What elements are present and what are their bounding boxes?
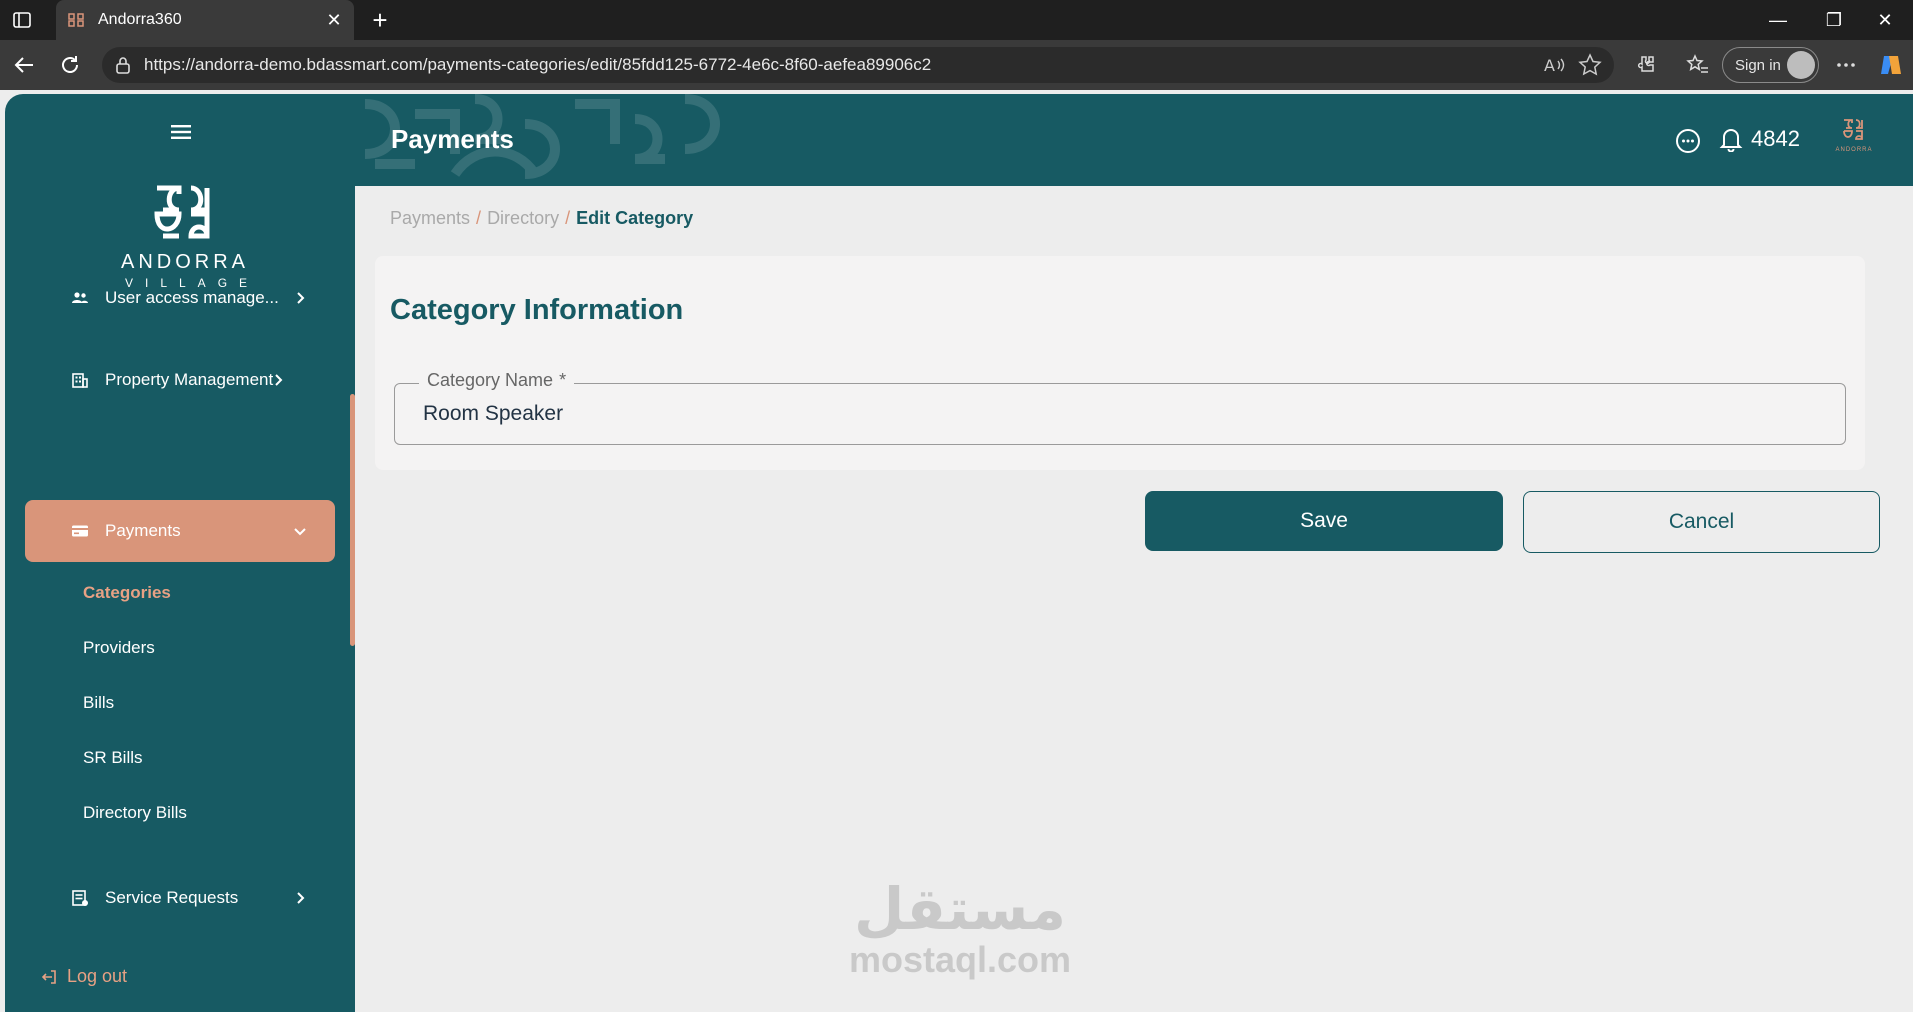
copilot-button[interactable] [1875,49,1907,81]
browser-tabstrip: Andorra360 ✕ + — ❐ ✕ [0,0,1913,40]
users-icon [72,292,88,303]
sidebar-subitem-providers[interactable]: Providers [83,638,155,658]
category-name-field[interactable]: Category Name * Room Speaker [394,370,1846,445]
lock-icon[interactable] [114,56,132,74]
field-label-text: Category Name [427,370,554,390]
sidebar-item-label: Property Management [105,370,274,389]
sidebar-item-service-requests[interactable]: Service Requests [25,867,335,929]
sidebar-subitem-sr-bills[interactable]: SR Bills [83,748,143,768]
andorra-monogram-icon [154,185,210,239]
sidebar-item-label: User access manage... [105,288,279,307]
page-title: Payments [391,124,514,154]
sidebar-subitem-directory-bills[interactable]: Directory Bills [83,803,187,823]
extensions-button[interactable] [1630,49,1662,81]
chevron-right-icon [275,374,283,386]
category-name-input[interactable]: Room Speaker [423,402,563,426]
sidebar-subitem-categories[interactable]: Categories [83,583,171,603]
tab-actions-icon[interactable] [12,10,32,30]
minimize-button[interactable]: — [1750,0,1806,40]
chevron-down-icon [294,528,306,536]
andorra-favicon-icon [68,13,84,27]
url-text[interactable]: https://andorra-demo.bdassmart.com/payme… [144,55,931,75]
cancel-button[interactable]: Cancel [1523,491,1880,553]
building-icon [72,373,88,388]
hamburger-menu-icon[interactable] [171,124,191,140]
refresh-icon [62,56,78,73]
copilot-icon [1881,56,1901,74]
section-title: Category Information [390,294,684,326]
sidebar-subitem-bills[interactable]: Bills [83,693,114,713]
more-dots-icon [1837,63,1855,67]
browser-toolbar: https://andorra-demo.bdassmart.com/payme… [0,40,1913,90]
watermark-latin: mostaql.com [848,939,1072,980]
chat-icon[interactable] [1675,128,1701,154]
puzzle-icon [1637,56,1654,72]
header-brand-name: ANDORRA [1835,147,1873,153]
read-aloud-icon[interactable]: A [1540,51,1568,79]
requests-icon [72,890,88,906]
favorites-list-icon [1686,54,1708,73]
app-header: Payments 4842 ANDORRA [355,94,1913,186]
refresh-button[interactable] [54,49,86,81]
svg-text:A: A [1544,56,1555,75]
logout-icon [41,969,56,984]
watermark: مستقل mostaql.com [840,880,1080,980]
tab-close-icon[interactable]: ✕ [320,10,348,31]
back-button[interactable] [8,49,40,81]
favorites-button[interactable] [1682,49,1714,81]
sidebar-scrollbar[interactable] [350,394,355,646]
arrow-left-icon [14,57,33,73]
category-name-label: Category Name * [419,370,575,391]
breadcrumb: Payments / Directory / Edit Category [390,208,693,229]
restore-button[interactable]: ❐ [1806,0,1862,40]
save-button[interactable]: Save [1145,491,1503,551]
breadcrumb-payments[interactable]: Payments [390,208,470,228]
required-mark: * [559,370,567,390]
close-window-button[interactable]: ✕ [1857,0,1913,40]
sign-in-button[interactable]: Sign in [1722,47,1819,83]
sign-in-label: Sign in [1735,56,1781,74]
chevron-right-icon [297,292,305,304]
breadcrumb-separator: / [565,208,571,228]
chevron-right-icon [297,892,305,904]
breadcrumb-directory[interactable]: Directory [487,208,559,228]
browser-tab[interactable]: Andorra360 ✕ [56,0,354,40]
andorra-small-logo-icon [1843,119,1863,140]
address-bar[interactable]: https://andorra-demo.bdassmart.com/payme… [102,47,1614,83]
sidebar-item-property-management[interactable]: Property Management [25,349,335,411]
breadcrumb-separator: / [476,208,482,228]
sidebar-item-payments[interactable]: Payments [25,500,335,562]
new-tab-button[interactable]: + [364,4,396,36]
profile-avatar-icon [1787,51,1815,79]
category-info-card: Category Information Category Name * Room… [375,256,1865,470]
tab-title: Andorra360 [98,11,182,28]
sidebar-item-label: Payments [105,521,181,540]
bell-icon[interactable] [1719,126,1743,152]
card-icon [72,525,88,537]
sidebar-item-label: Service Requests [105,888,239,907]
watermark-arabic: مستقل [853,877,1067,942]
more-menu-button[interactable] [1830,49,1862,81]
user-avatar[interactable]: ANDORRA [1833,118,1875,160]
favorite-star-icon[interactable] [1576,51,1604,79]
sidebar-item-user-access[interactable]: User access manage... [25,267,335,329]
sidebar: ANDORRA VILLAGE User access manage... Pr… [5,94,355,1012]
breadcrumb-current: Edit Category [576,208,694,228]
logout-button[interactable]: Log out [41,966,127,987]
logout-label: Log out [67,966,128,986]
notification-count[interactable]: 4842 [1751,126,1800,152]
